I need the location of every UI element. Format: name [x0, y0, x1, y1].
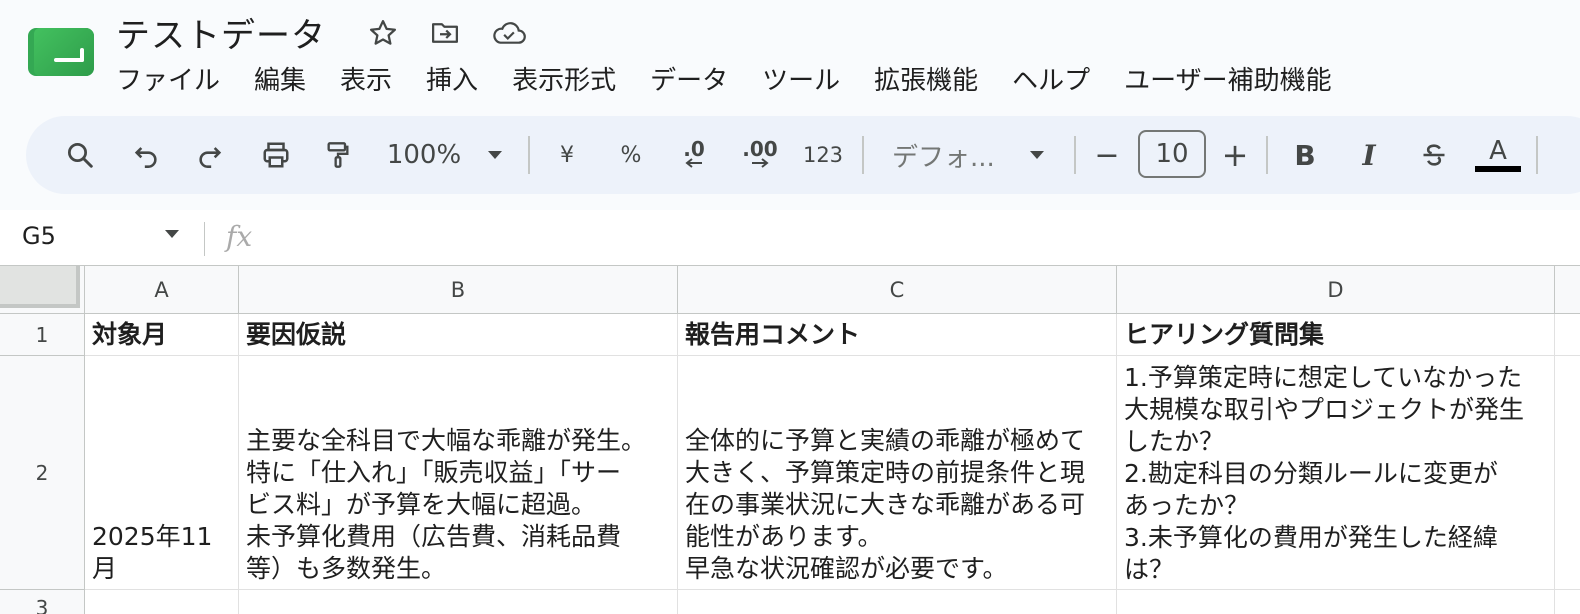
paint-format-icon[interactable]	[318, 132, 358, 178]
cell-c2-text: 全体的に予算と実績の乖離が極めて 大きく、予算策定時の前提条件と現 在の事業状況…	[685, 426, 1086, 583]
cell-a3[interactable]	[85, 590, 239, 614]
cell-e2[interactable]	[1555, 356, 1580, 590]
menu-file[interactable]: ファイル	[116, 60, 237, 97]
fx-icon: fx	[226, 220, 253, 253]
name-box[interactable]: G5	[22, 222, 56, 250]
column-header-a[interactable]: A	[85, 266, 239, 314]
cell-b2[interactable]: 主要な全科目で大幅な乖離が発生。 特に「仕入れ」「販売収益」「サー ビス料」が予…	[239, 356, 678, 590]
cell-c3[interactable]	[678, 590, 1117, 614]
toolbar: 100% ¥ % .0 .00 123 デフォ... − 10 + B I A	[26, 116, 1580, 194]
zoom-dropdown-icon[interactable]	[480, 132, 510, 178]
document-title[interactable]: テストデータ	[116, 8, 326, 57]
column-header-d[interactable]: D	[1117, 266, 1555, 314]
cell-a1[interactable]: 対象月	[85, 314, 239, 356]
cloud-saved-icon[interactable]	[492, 16, 526, 50]
redo-icon[interactable]	[190, 132, 230, 178]
menu-accessibility[interactable]: ユーザー補助機能	[1124, 60, 1348, 97]
arrow-left-icon	[685, 158, 702, 168]
search-icon[interactable]	[60, 132, 100, 178]
increase-decimal-button[interactable]: .00	[738, 132, 782, 178]
cell-b1[interactable]: 要因仮説	[239, 314, 678, 356]
cell-b2-text: 主要な全科目で大幅な乖離が発生。 特に「仕入れ」「販売収益」「サー ビス料」が予…	[246, 426, 647, 583]
undo-icon[interactable]	[126, 132, 166, 178]
cell-a2[interactable]: 2025年11月	[85, 356, 239, 590]
italic-button[interactable]: I	[1352, 132, 1386, 178]
cell-c2[interactable]: 全体的に予算と実績の乖離が極めて 大きく、予算策定時の前提条件と現 在の事業状況…	[678, 356, 1117, 590]
row-header-1[interactable]: 1	[0, 314, 85, 356]
cell-c1[interactable]: 報告用コメント	[678, 314, 1117, 356]
currency-format-button[interactable]: ¥	[552, 132, 582, 178]
number-format-button[interactable]: 123	[800, 132, 846, 178]
cell-b3[interactable]	[239, 590, 678, 614]
decrease-decimal-label: .0	[683, 137, 705, 161]
move-folder-icon[interactable]	[428, 16, 462, 50]
font-dropdown-icon[interactable]	[1022, 132, 1052, 178]
zoom-select[interactable]: 100%	[382, 132, 466, 178]
percent-format-button[interactable]: %	[614, 132, 648, 178]
menu-extensions[interactable]: 拡張機能	[874, 60, 995, 97]
cell-d2-text: 1.予算策定時に想定していなかった 大規模な取引やプロジェクトが発生 したか？ …	[1124, 363, 1525, 584]
arrow-right-icon	[752, 158, 769, 168]
name-box-dropdown-icon[interactable]	[164, 224, 180, 243]
formula-bar: G5 fx	[0, 210, 1580, 266]
increase-font-size-button[interactable]: +	[1220, 132, 1250, 178]
font-size-input[interactable]: 10	[1138, 130, 1206, 178]
cell-d3[interactable]	[1117, 590, 1555, 614]
menu-edit[interactable]: 編集	[254, 60, 323, 97]
cell-d2[interactable]: 1.予算策定時に想定していなかった 大規模な取引やプロジェクトが発生 したか？ …	[1117, 356, 1555, 590]
increase-decimal-label: .00	[742, 137, 778, 161]
menu-insert[interactable]: 挿入	[426, 60, 495, 97]
spreadsheet-grid: A B C D 1 2 3 対象月 要因仮説 報告用コメント ヒアリング質問集 …	[0, 266, 1580, 614]
menu-view[interactable]: 表示	[340, 60, 409, 97]
app-header: テストデータ ファイル 編集 表示 挿入 表示形式 データ ツール 拡張機能 ヘ…	[0, 0, 1580, 110]
bold-button[interactable]: B	[1288, 132, 1322, 178]
decrease-font-size-button[interactable]: −	[1092, 132, 1122, 178]
menu-format[interactable]: 表示形式	[512, 60, 633, 97]
cell-d1[interactable]: ヒアリング質問集	[1117, 314, 1555, 356]
cell-e1[interactable]	[1555, 314, 1580, 356]
text-color-label: A	[1489, 136, 1507, 166]
column-header-c[interactable]: C	[678, 266, 1117, 314]
row-header-3[interactable]: 3	[0, 590, 85, 614]
menu-tools[interactable]: ツール	[762, 60, 857, 97]
menu-help[interactable]: ヘルプ	[1012, 60, 1107, 97]
strikethrough-icon[interactable]	[1416, 132, 1452, 178]
cell-a2-text: 2025年11月	[92, 522, 213, 583]
menu-bar: ファイル 編集 表示 挿入 表示形式 データ ツール 拡張機能 ヘルプ ユーザー…	[116, 60, 1366, 97]
menu-data[interactable]: データ	[650, 60, 745, 97]
star-icon[interactable]	[366, 16, 400, 50]
sheets-logo-icon[interactable]	[28, 28, 94, 76]
print-icon[interactable]	[254, 132, 298, 178]
font-family-select[interactable]: デフォ...	[892, 132, 1012, 178]
select-all-corner[interactable]	[0, 266, 85, 314]
column-header-b[interactable]: B	[239, 266, 678, 314]
row-header-2[interactable]: 2	[0, 356, 85, 590]
text-color-button[interactable]: A	[1474, 132, 1522, 178]
decrease-decimal-button[interactable]: .0	[674, 132, 714, 178]
text-color-swatch	[1475, 166, 1521, 172]
column-header-e[interactable]	[1555, 266, 1580, 314]
